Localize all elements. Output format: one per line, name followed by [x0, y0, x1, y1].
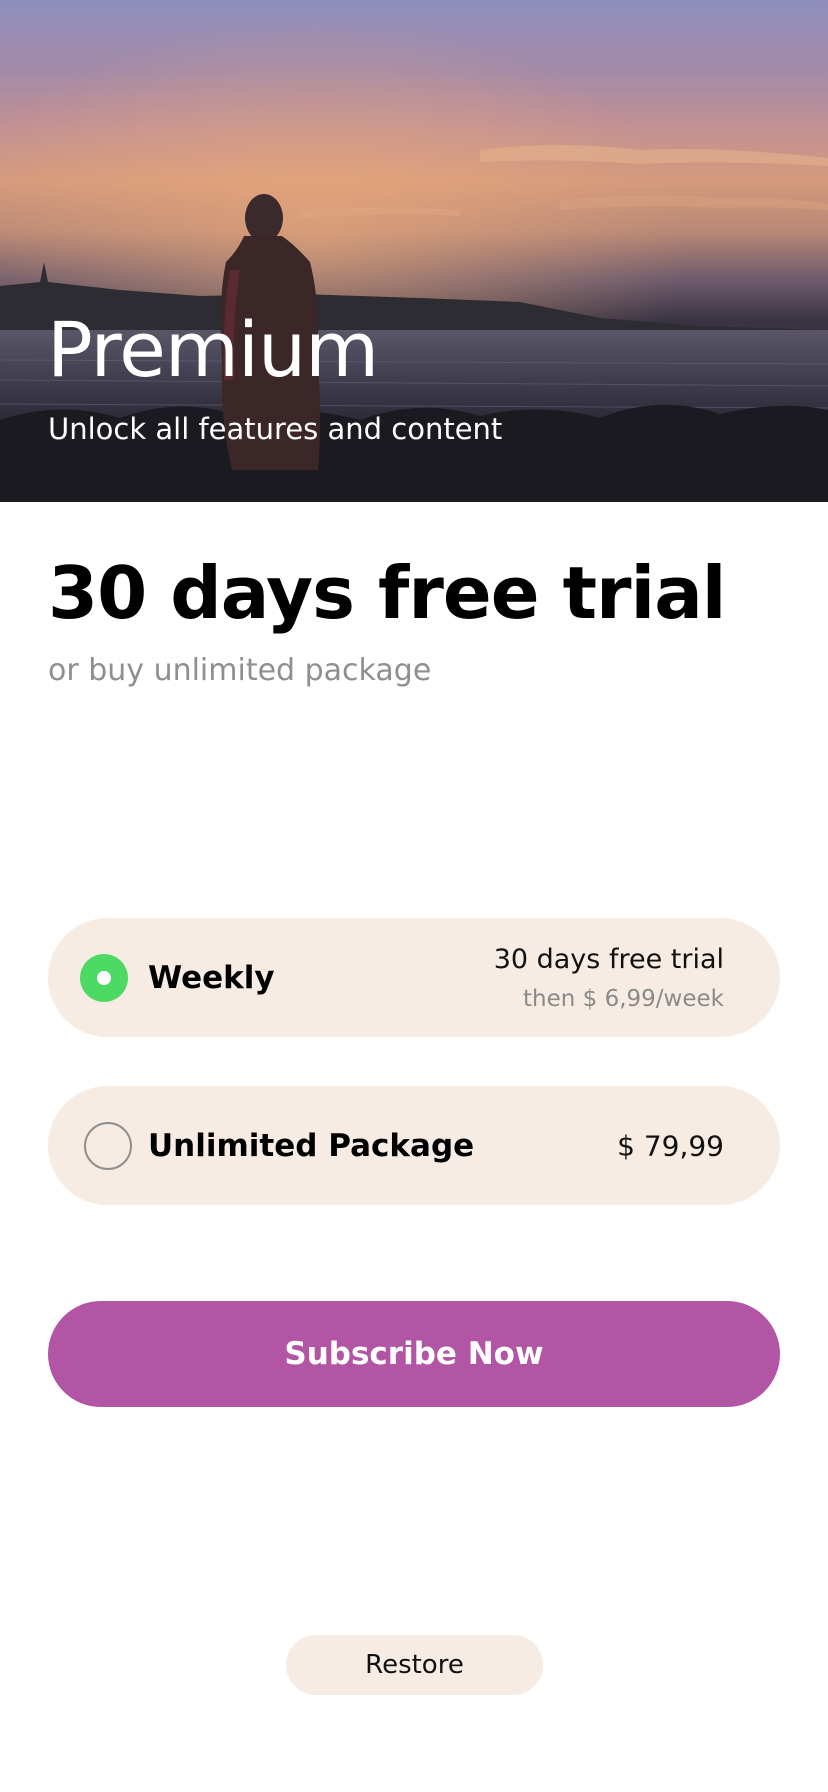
page-title: Premium	[47, 305, 379, 394]
restore-button[interactable]: Restore	[286, 1635, 543, 1695]
plan-price-after-trial: then $ 6,99/week	[523, 986, 724, 1012]
plan-option-weekly[interactable]: Weekly 30 days free trial then $ 6,99/we…	[48, 918, 780, 1037]
subscribe-button[interactable]: Subscribe Now	[48, 1301, 780, 1407]
offer-subtitle: or buy unlimited package	[48, 653, 432, 688]
radio-selected-icon[interactable]	[80, 953, 128, 1002]
plan-name: Weekly	[148, 959, 275, 996]
hero-subtitle: Unlock all features and content	[48, 412, 503, 446]
plan-trial-text: 30 days free trial	[493, 944, 724, 975]
radio-unselected-icon[interactable]	[84, 1121, 132, 1170]
plan-option-unlimited[interactable]: Unlimited Package $ 79,99	[48, 1086, 780, 1205]
premium-paywall-screen: Premium Unlock all features and content …	[0, 0, 828, 1792]
plan-name: Unlimited Package	[148, 1127, 475, 1164]
plan-price: $ 79,99	[617, 1129, 724, 1162]
radio-dot-icon	[97, 970, 111, 985]
hero-banner: Premium Unlock all features and content	[0, 0, 828, 502]
offer-title: 30 days free trial	[48, 551, 726, 635]
